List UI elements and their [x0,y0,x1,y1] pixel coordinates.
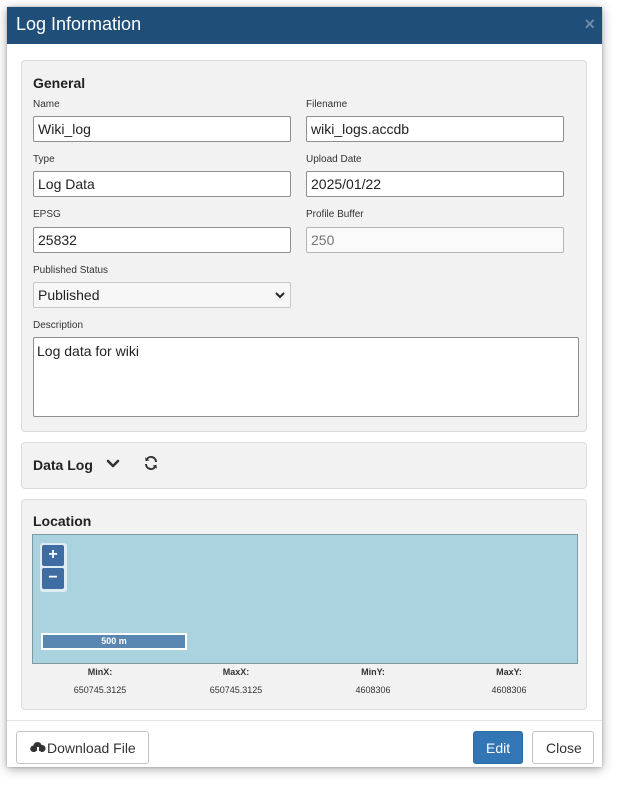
general-heading: General [33,75,86,91]
name-label: Name [33,99,60,110]
edit-button[interactable]: Edit [473,731,523,764]
filename-input[interactable] [306,116,564,142]
chevron-down-icon [275,292,285,299]
published-status-select[interactable]: Published [33,282,291,308]
zoom-in-button[interactable]: + [42,545,64,566]
location-panel: Location + − 500 m MinX: 650745.3125 Max… [21,499,587,710]
data-log-panel: Data Log [21,442,587,489]
upload-date-label: Upload Date [306,154,362,165]
cloud-download-icon [30,742,46,755]
epsg-label: EPSG [33,209,61,220]
zoom-control: + − [40,543,67,592]
download-file-label: Download File [47,740,136,756]
published-status-label: Published Status [33,265,109,276]
minx-value: 650745.3125 [73,685,127,695]
filename-label: Filename [306,99,348,110]
log-information-dialog: Log Information × General Name Filename … [7,7,602,767]
close-label: Close [546,740,582,756]
dialog-titlebar: Log Information × [7,7,602,44]
published-status-value: Published [38,287,100,303]
download-file-button[interactable]: Download File [16,731,149,764]
profile-buffer-label: Profile Buffer [306,209,364,220]
location-heading: Location [33,513,92,529]
footer-divider [7,720,602,721]
profile-buffer-input[interactable] [306,227,564,253]
epsg-input[interactable] [33,227,291,253]
description-label: Description [33,320,84,331]
edit-label: Edit [486,740,511,756]
description-textarea[interactable] [33,337,579,417]
minx-label: MinX: [87,667,113,677]
refresh-icon[interactable] [143,455,159,471]
zoom-out-button[interactable]: − [42,568,64,589]
maxy-label: MaxY: [496,667,522,677]
close-icon[interactable]: × [584,14,595,34]
dialog-title: Log Information [16,14,142,34]
upload-date-input[interactable] [306,171,564,197]
close-button[interactable]: Close [532,731,594,764]
maxy-value: 4608306 [491,685,527,695]
data-log-heading: Data Log [33,457,93,473]
chevron-down-icon[interactable] [106,457,120,471]
general-panel: General Name Filename Type Upload Date E… [21,60,587,432]
maxx-value: 650745.3125 [209,685,263,695]
type-label: Type [33,154,55,165]
miny-value: 4608306 [355,685,391,695]
location-map[interactable]: + − 500 m [32,534,578,664]
type-input[interactable] [33,171,291,197]
maxx-label: MaxX: [222,667,250,677]
name-input[interactable] [33,116,291,142]
map-scale-bar: 500 m [41,633,187,650]
miny-label: MinY: [361,667,385,677]
